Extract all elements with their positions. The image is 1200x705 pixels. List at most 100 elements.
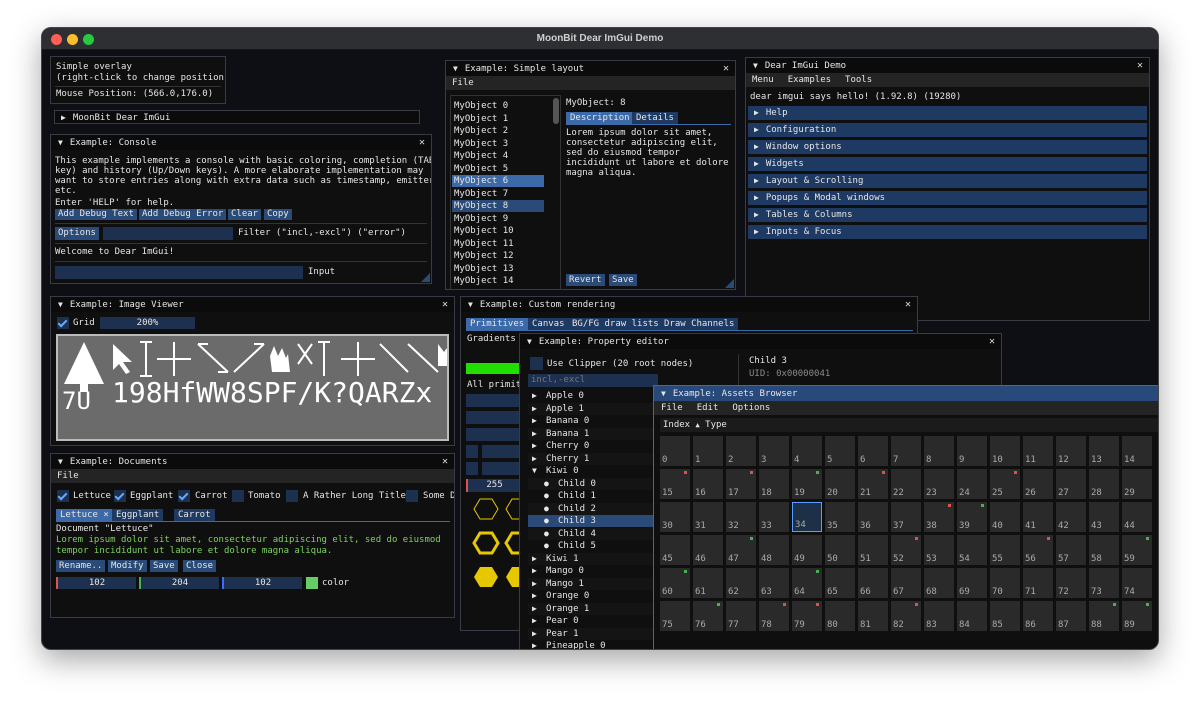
- list-item[interactable]: MyObject 12: [452, 250, 544, 262]
- expand-arrow-icon[interactable]: ▶: [754, 106, 759, 120]
- asset-tile[interactable]: 22: [891, 469, 921, 499]
- custom-rendering-titlebar[interactable]: ▼ Example: Custom rendering ✕: [461, 297, 917, 312]
- asset-tile[interactable]: 13: [1089, 436, 1119, 466]
- options-button[interactable]: Options: [55, 227, 99, 240]
- asset-tile[interactable]: 82: [891, 601, 921, 631]
- asset-tile[interactable]: 14: [1122, 436, 1152, 466]
- expand-arrow-icon[interactable]: ▶: [754, 157, 759, 171]
- asset-tile[interactable]: 58: [1089, 535, 1119, 565]
- asset-tile[interactable]: 4: [792, 436, 822, 466]
- asset-tile[interactable]: 5: [825, 436, 855, 466]
- asset-tile[interactable]: 42: [1056, 502, 1086, 532]
- menu-options[interactable]: Options: [732, 403, 770, 413]
- filter-input[interactable]: [103, 227, 233, 240]
- asset-tile[interactable]: 64: [792, 568, 822, 598]
- asset-tile[interactable]: 46: [693, 535, 723, 565]
- collapsing-header[interactable]: ▶ Layout & Scrolling: [748, 174, 1147, 188]
- resize-grip[interactable]: [725, 279, 734, 288]
- asset-tile[interactable]: 32: [726, 502, 756, 532]
- close-icon[interactable]: ✕: [989, 334, 995, 349]
- close-icon[interactable]: ✕: [723, 61, 729, 76]
- asset-tile[interactable]: 74: [1122, 568, 1152, 598]
- asset-tile[interactable]: 25: [990, 469, 1020, 499]
- list-item[interactable]: MyObject 5: [452, 163, 544, 175]
- scrollbar[interactable]: [553, 98, 559, 124]
- expand-arrow-icon[interactable]: ▶: [754, 225, 759, 239]
- use-clipper-checkbox[interactable]: [530, 357, 543, 370]
- asset-tile[interactable]: 89: [1122, 601, 1152, 631]
- asset-tile[interactable]: 34: [792, 502, 822, 532]
- collapse-arrow-icon[interactable]: ▼: [661, 386, 666, 401]
- asset-tile[interactable]: 31: [693, 502, 723, 532]
- close-button[interactable]: Close: [183, 560, 217, 572]
- collapsing-header[interactable]: ▶ Help: [748, 106, 1147, 120]
- list-item[interactable]: MyObject 2: [452, 125, 544, 137]
- asset-tile[interactable]: 38: [924, 502, 954, 532]
- asset-tile[interactable]: 73: [1089, 568, 1119, 598]
- font-atlas-image[interactable]: 198HfWW8SPF/K?QARZx 7U: [56, 334, 449, 441]
- asset-tile[interactable]: 26: [1023, 469, 1053, 499]
- tab-description[interactable]: Description: [566, 112, 634, 124]
- menu-tools[interactable]: Tools: [845, 75, 872, 85]
- asset-tile[interactable]: 71: [1023, 568, 1053, 598]
- thickness-slider[interactable]: [466, 411, 521, 424]
- asset-tile[interactable]: 36: [858, 502, 888, 532]
- asset-tile[interactable]: 11: [1023, 436, 1053, 466]
- asset-tile[interactable]: 66: [858, 568, 888, 598]
- asset-tile[interactable]: 49: [792, 535, 822, 565]
- asset-tile[interactable]: 6: [858, 436, 888, 466]
- filter-input[interactable]: incl,-excl: [528, 374, 658, 387]
- list-item[interactable]: MyObject 8: [452, 200, 544, 212]
- expand-arrow-icon[interactable]: ▶: [754, 123, 759, 137]
- collapse-arrow-icon[interactable]: ▼: [753, 58, 758, 73]
- collapse-arrow-icon[interactable]: ▼: [58, 454, 63, 469]
- asset-tile[interactable]: 56: [1023, 535, 1053, 565]
- tab-carrot[interactable]: Carrot: [174, 509, 215, 521]
- asset-tile[interactable]: 48: [759, 535, 789, 565]
- asset-tile[interactable]: 47: [726, 535, 756, 565]
- asset-tile[interactable]: 65: [825, 568, 855, 598]
- list-item[interactable]: MyObject 14: [452, 275, 544, 287]
- asset-tile[interactable]: 21: [858, 469, 888, 499]
- list-item[interactable]: MyObject 7: [452, 188, 544, 200]
- modify-button[interactable]: Modify: [108, 560, 147, 572]
- asset-tile[interactable]: 62: [726, 568, 756, 598]
- menu-edit[interactable]: Edit: [697, 403, 719, 413]
- asset-tile[interactable]: 45: [660, 535, 690, 565]
- asset-tile[interactable]: 40: [990, 502, 1020, 532]
- option-slider[interactable]: [482, 462, 521, 475]
- asset-tile[interactable]: 7: [891, 436, 921, 466]
- asset-tile[interactable]: 83: [924, 601, 954, 631]
- asset-tile[interactable]: 81: [858, 601, 888, 631]
- expand-down-icon[interactable]: ▼: [532, 465, 542, 477]
- expand-right-icon[interactable]: ▶: [532, 640, 542, 649]
- close-icon[interactable]: ✕: [442, 454, 448, 469]
- asset-tile[interactable]: 43: [1089, 502, 1119, 532]
- asset-tile[interactable]: 16: [693, 469, 723, 499]
- asset-tile[interactable]: 63: [759, 568, 789, 598]
- tab-details[interactable]: Details: [632, 112, 678, 124]
- asset-tile[interactable]: 33: [759, 502, 789, 532]
- asset-tile[interactable]: 52: [891, 535, 921, 565]
- collapse-arrow-icon[interactable]: ▼: [453, 61, 458, 76]
- expand-right-icon[interactable]: ▶: [532, 615, 542, 627]
- option-slider[interactable]: [466, 428, 521, 441]
- save-button[interactable]: Save: [150, 560, 178, 572]
- copy-button[interactable]: Copy: [264, 209, 292, 220]
- asset-tile[interactable]: 39: [957, 502, 987, 532]
- list-item[interactable]: MyObject 3: [452, 138, 544, 150]
- asset-tile[interactable]: 30: [660, 502, 690, 532]
- tab-draw-channels[interactable]: Draw Channels: [660, 318, 739, 330]
- asset-tile[interactable]: 87: [1056, 601, 1086, 631]
- expand-right-icon[interactable]: ▶: [532, 590, 542, 602]
- asset-tile[interactable]: 29: [1122, 469, 1152, 499]
- list-item[interactable]: MyObject 0: [452, 100, 544, 112]
- asset-tile[interactable]: 76: [693, 601, 723, 631]
- asset-tile[interactable]: 12: [1056, 436, 1086, 466]
- color-r-input[interactable]: 102: [56, 577, 136, 589]
- asset-tile[interactable]: 1: [693, 436, 723, 466]
- asset-tile[interactable]: 72: [1056, 568, 1086, 598]
- collapsing-header[interactable]: ▶ Configuration: [748, 123, 1147, 137]
- asset-tile[interactable]: 0: [660, 436, 690, 466]
- lettuce-checkbox[interactable]: [57, 490, 69, 502]
